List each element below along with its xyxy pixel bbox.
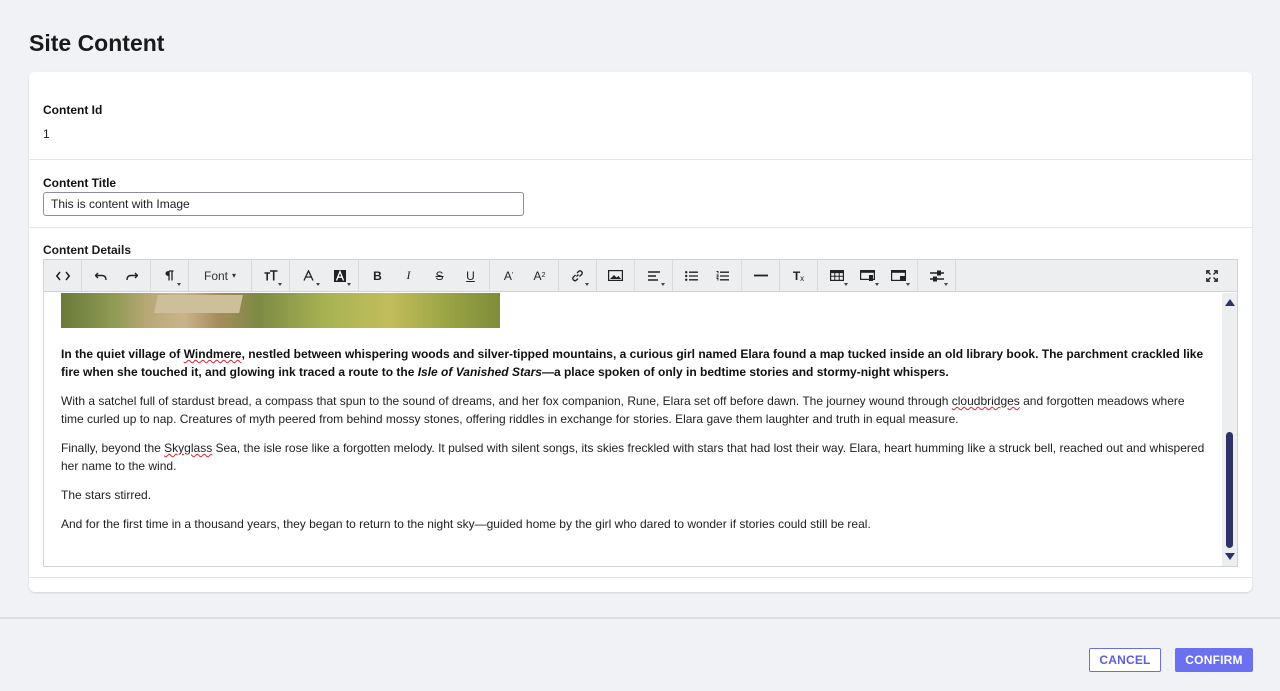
story-paragraph-3: Finally, beyond the Skyglass Sea, the is… [61,439,1205,475]
story-paragraph-1: In the quiet village of Windmere, nestle… [61,345,1205,381]
editor-scrollbar[interactable] [1222,293,1237,566]
underline-icon[interactable]: U [455,263,486,289]
cancel-button[interactable]: CANCEL [1089,648,1161,672]
table-icon[interactable] [821,263,852,289]
editor-content-area[interactable]: In the quiet village of Windmere, nestle… [44,293,1222,566]
bold-icon[interactable]: B [362,263,393,289]
redo-icon[interactable] [116,263,147,289]
clear-format-icon[interactable]: Tx [783,263,814,289]
spellcheck-word: Windmere [183,347,242,361]
align-icon[interactable] [638,263,669,289]
font-size-icon[interactable] [255,263,286,289]
text-span: Finally, beyond the [61,441,165,455]
content-title-input[interactable] [43,192,524,216]
content-form-card: Content Id 1 Content Title Content Detai… [29,72,1252,592]
link-icon[interactable] [562,263,593,289]
chevron-down-icon: ▾ [232,271,237,280]
bullet-list-icon[interactable] [676,263,707,289]
image-icon[interactable] [600,263,631,289]
content-details-label: Content Details [43,243,132,257]
subscript-icon[interactable]: A2 [524,263,555,289]
content-id-section: Content Id 1 [29,72,1252,160]
content-id-value: 1 [43,127,50,141]
strikethrough-icon[interactable]: S [424,263,455,289]
emphasis-text: Isle of Vanished Stars [417,365,542,379]
confirm-button[interactable]: CONFIRM [1175,648,1253,672]
scroll-down-arrow-icon[interactable] [1225,553,1235,560]
story-paragraph-5: And for the first time in a thousand yea… [61,517,871,531]
spellcheck-word: cloudbridges [951,394,1020,408]
dialog-footer: CANCEL CONFIRM [0,617,1280,691]
settings-icon[interactable] [921,263,952,289]
code-view-icon[interactable] [47,263,78,289]
section-divider [29,577,1252,578]
highlight-color-icon[interactable] [324,263,355,289]
story-paragraph-2: With a satchel full of stardust bread, a… [61,392,1205,428]
page-title: Site Content [29,30,165,56]
content-title-label: Content Title [43,176,117,190]
undo-icon[interactable] [85,263,116,289]
horizontal-rule-icon[interactable] [745,263,776,289]
text-span: With a satchel full of stardust bread, a… [61,394,952,408]
video-icon[interactable] [883,263,914,289]
numbered-list-icon[interactable] [707,263,738,289]
font-color-icon[interactable] [293,263,324,289]
story-image [61,293,500,328]
text-span: —a place spoken of only in bedtime stori… [541,365,949,379]
content-title-section: Content Title [29,160,1252,228]
font-dropdown-label: Font [203,268,228,283]
text-span: Sea, the isle rose like a forgotten melo… [61,441,1205,473]
content-id-label: Content Id [43,103,103,117]
italic-icon[interactable]: I [393,263,424,289]
font-dropdown[interactable]: Font ▾ [192,263,248,289]
paragraph-icon[interactable] [154,263,185,289]
image-style-icon[interactable] [852,263,883,289]
scrollbar-thumb[interactable] [1226,432,1233,548]
editor-toolbar: Font ▾ B I S U A ′ A 2 T x [44,260,1237,292]
rich-text-editor[interactable]: Font ▾ B I S U A ′ A 2 T x In the quiet … [43,259,1238,567]
scroll-up-arrow-icon[interactable] [1225,299,1235,306]
superscript-icon[interactable]: A ′ [493,263,524,289]
spellcheck-word: Skyglass [164,441,213,455]
fullscreen-icon[interactable] [1196,263,1227,289]
text-span: In the quiet village of [61,347,184,361]
story-paragraph-4: The stars stirred. [61,488,152,502]
